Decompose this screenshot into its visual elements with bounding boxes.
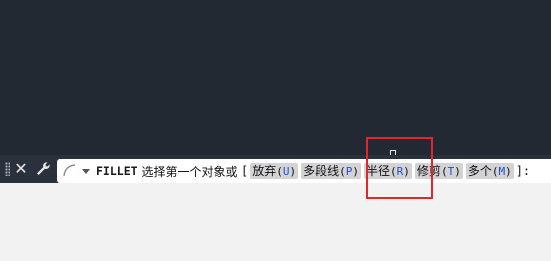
wrench-icon[interactable] [34, 160, 52, 178]
options-open-bracket: [ [242, 164, 248, 178]
drag-grip-handle[interactable] [5, 162, 10, 176]
command-line-input[interactable]: FILLET 选择第一个对象或 [ 放弃(U) 多段线(P) 半径(R) 修剪(… [57, 159, 551, 183]
option-polyline[interactable]: 多段线(P) [301, 163, 362, 179]
options-close-bracket: ]: [515, 164, 531, 178]
annotation-highlight-box [366, 137, 433, 199]
chevron-down-icon[interactable] [81, 166, 91, 176]
close-icon[interactable]: ✕ [13, 160, 29, 178]
command-name: FILLET [96, 164, 138, 178]
command-prompt: 选择第一个对象或 [141, 164, 238, 179]
recent-commands-icon[interactable] [61, 162, 79, 180]
option-multiple[interactable]: 多个(M) [465, 163, 514, 179]
option-undo[interactable]: 放弃(U) [250, 163, 299, 179]
